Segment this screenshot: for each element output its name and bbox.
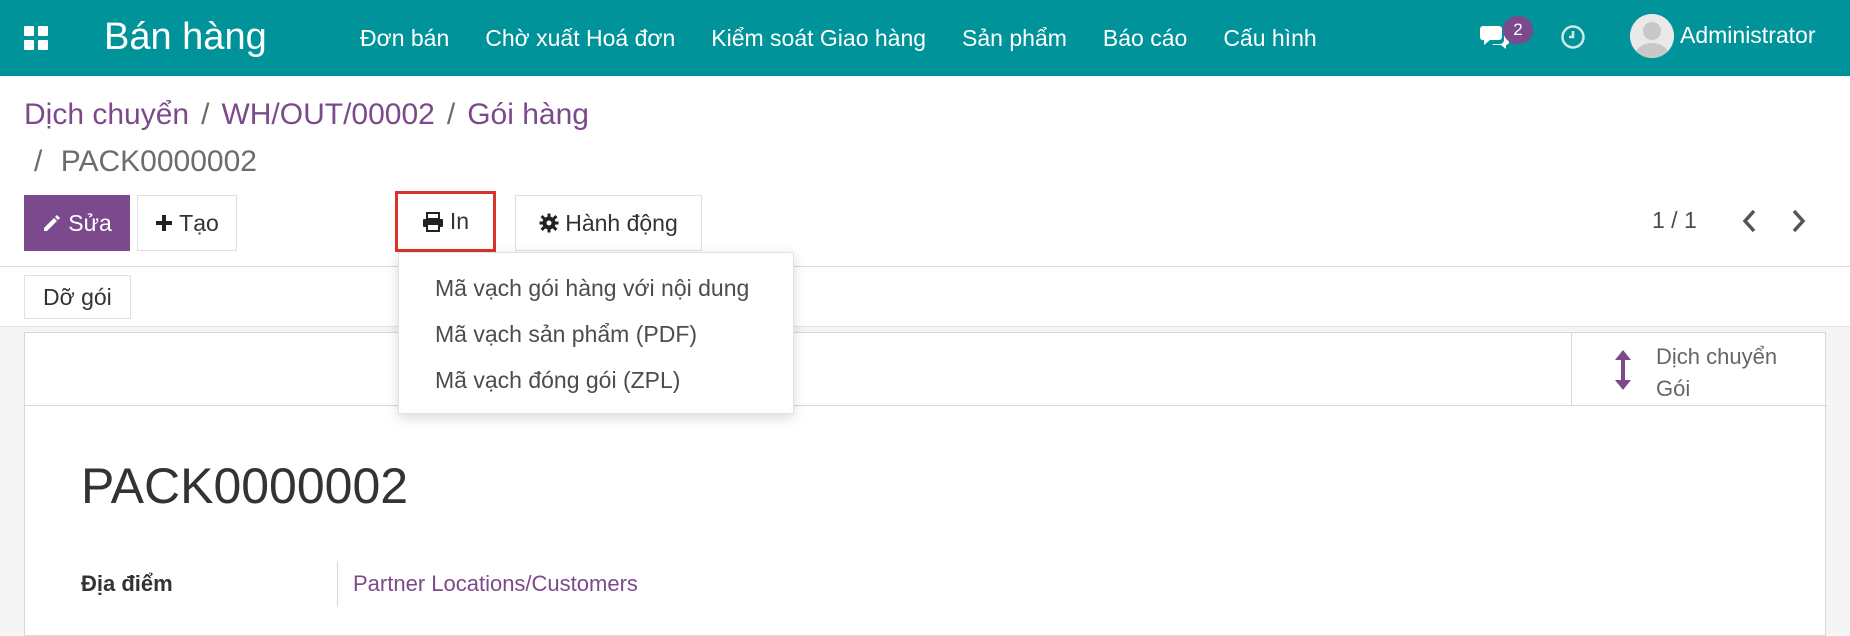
smart-button-label-line1: Dịch chuyển xyxy=(1656,344,1778,369)
breadcrumb-current: / PACK0000002 xyxy=(34,145,257,179)
breadcrumb-item-packages[interactable]: Gói hàng xyxy=(467,98,589,131)
user-name[interactable]: Administrator xyxy=(1680,22,1815,49)
smart-button-label-line2: Gói xyxy=(1656,376,1691,401)
location-value-link[interactable]: Partner Locations/Customers xyxy=(353,571,638,597)
arrows-vertical-icon xyxy=(1615,350,1631,390)
breadcrumb-separator: / xyxy=(201,98,210,131)
menu-item-to-invoice[interactable]: Chờ xuất Hoá đơn xyxy=(485,25,675,52)
app-title[interactable]: Bán hàng xyxy=(104,13,267,61)
menu-item-delivery-control[interactable]: Kiểm soát Giao hàng xyxy=(711,25,926,52)
plus-icon xyxy=(156,215,173,231)
breadcrumb-item-transfers[interactable]: Dịch chuyển xyxy=(24,98,189,131)
create-button-label: Tạo xyxy=(179,209,219,236)
breadcrumb-current-item: PACK0000002 xyxy=(60,145,257,178)
action-button[interactable]: Hành động xyxy=(515,195,702,251)
control-panel-divider xyxy=(0,266,1850,267)
apps-menu-icon[interactable] xyxy=(24,26,48,50)
print-menu-item-product-barcode-pdf[interactable]: Mã vạch sản phẩm (PDF) xyxy=(435,321,697,348)
field-separator xyxy=(337,561,338,607)
edit-button-label: Sửa xyxy=(68,209,112,236)
chat-count-badge: 2 xyxy=(1503,16,1533,44)
menu-item-sales-orders[interactable]: Đơn bán xyxy=(360,25,449,52)
menu-item-configuration[interactable]: Cấu hình xyxy=(1223,25,1316,52)
menu-item-reports[interactable]: Báo cáo xyxy=(1103,25,1187,52)
chevron-left-icon[interactable] xyxy=(1738,206,1762,236)
record-title: PACK0000002 xyxy=(81,458,409,514)
print-menu-item-package-barcode-contents[interactable]: Mã vạch gói hàng với nội dung xyxy=(435,275,749,302)
breadcrumb-item-picking[interactable]: WH/OUT/00002 xyxy=(221,98,434,131)
location-label: Địa điểm xyxy=(81,571,173,596)
gear-icon xyxy=(539,213,559,233)
main-menu: Đơn bán Chờ xuất Hoá đơn Kiểm soát Giao … xyxy=(342,0,1335,76)
pager-value[interactable]: 1 / 1 xyxy=(1652,207,1697,234)
unpack-button[interactable]: Dỡ gói xyxy=(24,275,131,319)
top-navbar: Bán hàng Đơn bán Chờ xuất Hoá đơn Kiểm s… xyxy=(0,0,1850,76)
create-button[interactable]: Tạo xyxy=(137,195,237,251)
print-button-label: In xyxy=(449,208,470,234)
edit-button[interactable]: Sửa xyxy=(24,195,130,251)
pencil-icon xyxy=(44,215,61,231)
menu-item-products[interactable]: Sản phẩm xyxy=(962,25,1067,52)
printer-icon xyxy=(422,211,443,232)
action-button-label: Hành động xyxy=(565,209,678,236)
clock-icon[interactable] xyxy=(1560,24,1586,50)
print-dropdown-menu: Mã vạch gói hàng với nội dung Mã vạch sả… xyxy=(398,252,794,414)
form-sheet: Dịch chuyển Gói PACK0000002 Địa điểm Par… xyxy=(24,332,1827,636)
print-button[interactable]: In xyxy=(395,191,496,252)
print-menu-item-package-barcode-zpl[interactable]: Mã vạch đóng gói (ZPL) xyxy=(435,367,680,394)
breadcrumb-separator: / xyxy=(34,145,43,178)
package-transfers-smart-button[interactable]: Dịch chuyển Gói xyxy=(1571,333,1827,406)
avatar[interactable] xyxy=(1630,14,1674,58)
chevron-right-icon[interactable] xyxy=(1786,206,1810,236)
breadcrumb-separator: / xyxy=(446,98,456,131)
breadcrumb: Dịch chuyển / WH/OUT/00002 / Gói hàng xyxy=(24,98,589,132)
smart-button-box: Dịch chuyển Gói xyxy=(25,333,1827,406)
